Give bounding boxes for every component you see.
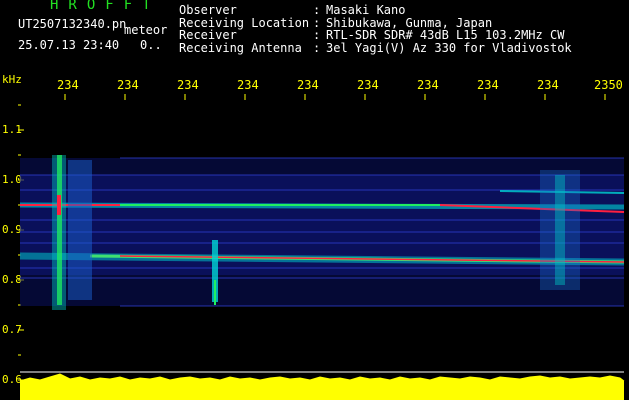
amplitude-strip (19, 371, 625, 400)
x-tick-marks (64, 94, 606, 100)
spectrogram (18, 94, 625, 400)
